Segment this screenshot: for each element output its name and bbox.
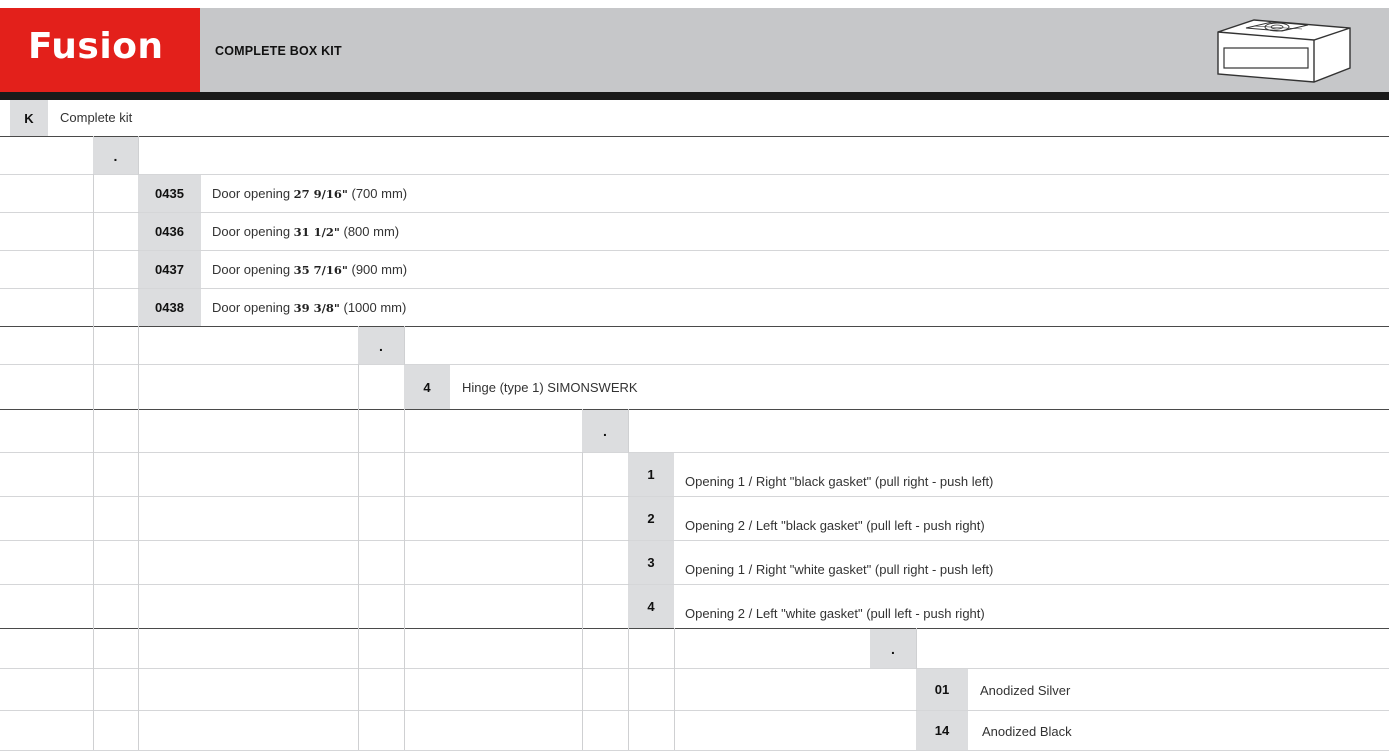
row-divider <box>0 452 1389 453</box>
column-divider <box>358 326 359 750</box>
door-opening-label: Door opening 31 1/2" (800 mm) <box>212 224 400 239</box>
row-divider <box>0 668 1389 669</box>
row-divider <box>0 288 1389 289</box>
code-cell-hinge: 4 <box>404 365 450 409</box>
door-opening-label: Door opening 27 9/16" (700 mm) <box>212 186 408 201</box>
code-cell-door: 0436 <box>138 213 201 250</box>
separator-dot: . <box>93 137 138 174</box>
row-divider <box>0 326 1389 327</box>
code-cell-finish: 14 <box>916 711 968 750</box>
row-divider <box>0 174 1389 175</box>
opening-label: Opening 2 / Left "white gasket" (pull le… <box>685 606 985 621</box>
hinge-label: Hinge (type 1) SIMONSWERK <box>462 380 638 395</box>
row-divider <box>0 584 1389 585</box>
code-cell-finish: 01 <box>916 669 968 710</box>
code-cell-door: 0438 <box>138 289 201 326</box>
column-divider <box>582 409 583 750</box>
door-opening-label: Door opening 39 3/8" (1000 mm) <box>212 300 407 315</box>
finish-label: Anodized Silver <box>980 683 1071 698</box>
row-divider <box>0 136 1389 137</box>
finish-label: Anodized Black <box>982 724 1072 739</box>
row-divider <box>0 364 1389 365</box>
code-cell-kit: K <box>10 100 48 136</box>
row-divider <box>0 628 1389 629</box>
code-cell-opening: 3 <box>628 541 674 584</box>
row-divider <box>0 212 1389 213</box>
row-divider <box>0 540 1389 541</box>
row-divider <box>0 250 1389 251</box>
kit-label: Complete kit <box>60 110 133 125</box>
row-divider <box>0 496 1389 497</box>
page-header: Fusion COMPLETE BOX KIT <box>0 8 1389 92</box>
header-rule <box>0 92 1389 100</box>
door-opening-label: Door opening 35 7/16" (900 mm) <box>212 262 408 277</box>
column-divider <box>93 136 94 750</box>
row-divider <box>0 710 1389 711</box>
separator-dot: . <box>582 410 628 452</box>
code-cell-door: 0437 <box>138 251 201 288</box>
separator-dot: . <box>358 327 404 364</box>
box-kit-icon <box>1217 19 1351 83</box>
row-divider <box>0 750 1389 751</box>
opening-label: Opening 1 / Right "white gasket" (pull r… <box>685 562 994 577</box>
separator-dot: . <box>870 629 916 668</box>
code-cell-door: 0435 <box>138 175 201 212</box>
code-cell-opening: 1 <box>628 453 674 496</box>
code-cell-opening: 4 <box>628 585 674 628</box>
column-divider <box>674 628 675 750</box>
opening-label: Opening 2 / Left "black gasket" (pull le… <box>685 518 985 533</box>
brand-name: Fusion <box>28 26 164 67</box>
brand-block: Fusion <box>0 8 200 92</box>
row-divider <box>0 409 1389 410</box>
opening-label: Opening 1 / Right "black gasket" (pull r… <box>685 474 994 489</box>
code-cell-opening: 2 <box>628 497 674 540</box>
page-title: COMPLETE BOX KIT <box>215 44 342 58</box>
